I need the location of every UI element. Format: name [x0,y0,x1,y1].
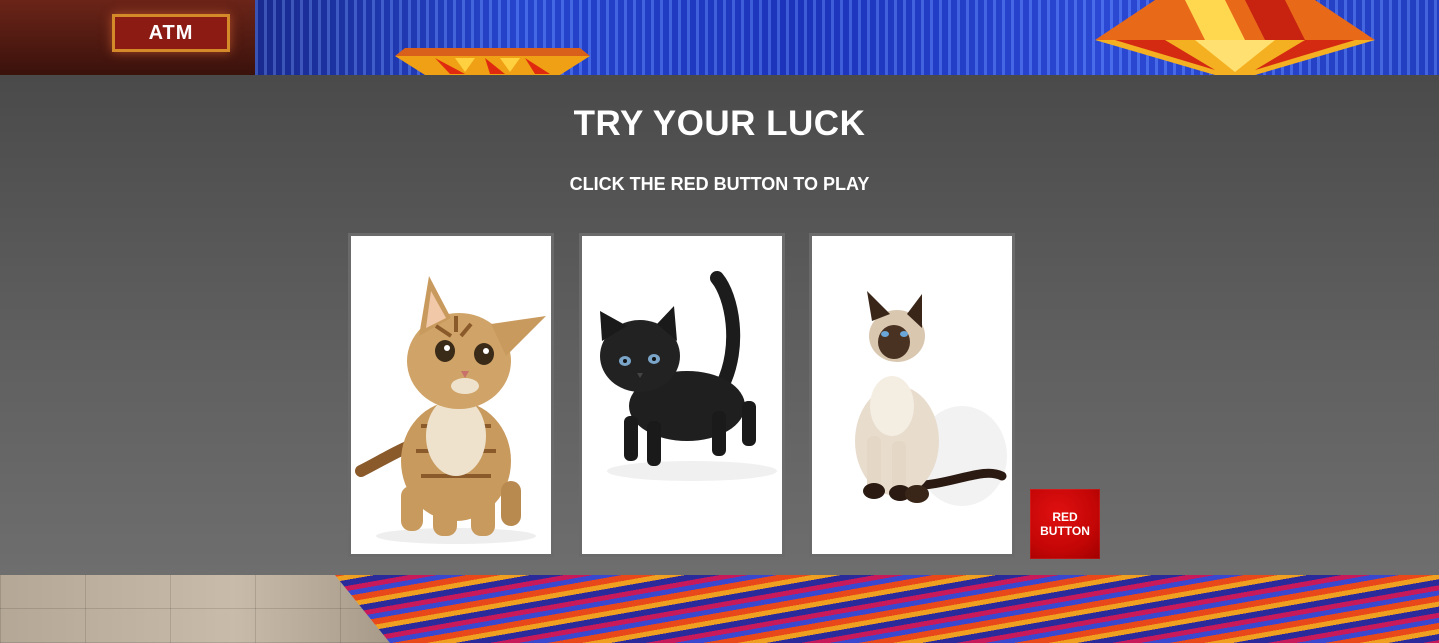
cat-card-1 [348,233,554,557]
chandelier-left-icon [395,48,590,75]
tile-floor [0,575,390,643]
red-button[interactable]: RED BUTTON [1030,489,1100,559]
atm-sign: ATM [112,14,230,52]
black-kitten-icon [582,236,782,554]
page-subtitle: CLICK THE RED BUTTON TO PLAY [569,174,870,194]
casino-carpet-banner [0,575,1439,643]
game-panel: TRY YOUR LUCK CLICK THE RED BUTTON TO PL… [0,75,1439,575]
cat-card-2 [579,233,785,557]
orange-tabby-kitten-icon [351,236,551,554]
cat-card-3 [809,233,1015,557]
siamese-cat-icon [812,236,1012,554]
casino-ceiling-banner: ATM [0,0,1439,75]
page-title: TRY YOUR LUCK [573,104,866,143]
chandelier-right-icon [1095,0,1375,75]
